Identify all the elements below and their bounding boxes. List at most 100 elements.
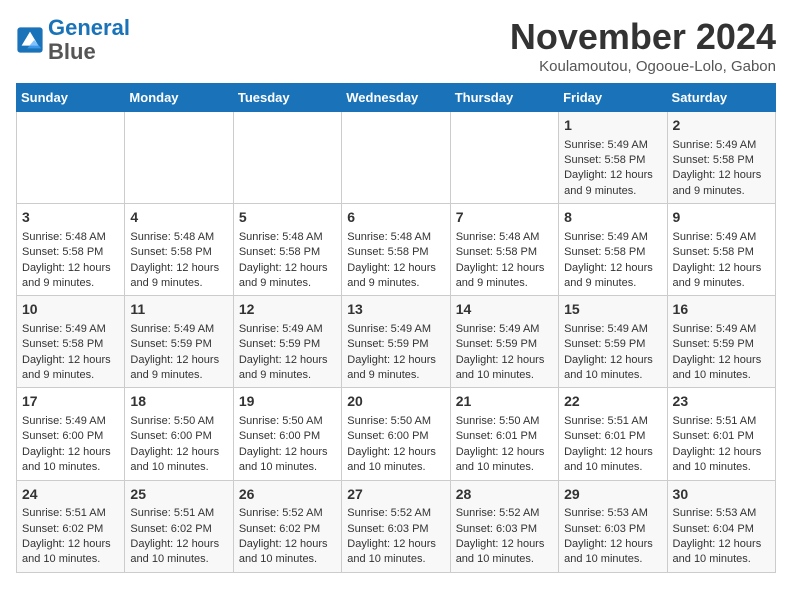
calendar-cell: 9Sunrise: 5:49 AMSunset: 5:58 PMDaylight… xyxy=(667,204,775,296)
day-info: Daylight: 12 hours xyxy=(239,354,328,366)
day-info: Sunset: 5:59 PM xyxy=(347,338,428,350)
day-number: 4 xyxy=(130,208,227,228)
day-info: Sunrise: 5:49 AM xyxy=(673,231,757,243)
calendar-cell: 3Sunrise: 5:48 AMSunset: 5:58 PMDaylight… xyxy=(17,204,125,296)
day-number: 30 xyxy=(673,485,770,505)
day-info: and 9 minutes. xyxy=(564,277,636,289)
day-number: 20 xyxy=(347,392,444,412)
day-number: 23 xyxy=(673,392,770,412)
day-info: Sunrise: 5:52 AM xyxy=(456,507,540,519)
day-info: Daylight: 12 hours xyxy=(456,538,545,550)
day-info: Daylight: 12 hours xyxy=(130,354,219,366)
week-row-2: 3Sunrise: 5:48 AMSunset: 5:58 PMDaylight… xyxy=(17,204,776,296)
day-info: Sunrise: 5:49 AM xyxy=(347,323,431,335)
day-info: and 9 minutes. xyxy=(130,369,202,381)
day-info: Daylight: 12 hours xyxy=(673,538,762,550)
day-info: and 10 minutes. xyxy=(22,461,100,473)
day-info: Sunset: 6:04 PM xyxy=(673,523,754,535)
day-info: and 9 minutes. xyxy=(456,277,528,289)
day-info: Sunrise: 5:50 AM xyxy=(130,415,214,427)
calendar-cell xyxy=(233,112,341,204)
day-number: 18 xyxy=(130,392,227,412)
day-info: Sunset: 5:58 PM xyxy=(564,246,645,258)
day-info: Sunset: 5:58 PM xyxy=(130,246,211,258)
day-info: and 10 minutes. xyxy=(564,461,642,473)
calendar-body: 1 Sunrise: 5:49 AM Sunset: 5:58 PM Daylight… xyxy=(17,112,776,573)
day-info: Daylight: 12 hours xyxy=(22,354,111,366)
day-info: Sunset: 6:00 PM xyxy=(239,430,320,442)
calendar-cell: 24Sunrise: 5:51 AMSunset: 6:02 PMDayligh… xyxy=(17,480,125,572)
calendar-cell xyxy=(450,112,558,204)
day-info: Daylight: 12 hours xyxy=(347,538,436,550)
day-info: and 10 minutes. xyxy=(673,369,751,381)
day-info: Sunrise: 5:49 AM xyxy=(564,231,648,243)
day-info: Sunrise: 5:48 AM xyxy=(130,231,214,243)
day-info: Sunrise: 5:51 AM xyxy=(564,415,648,427)
logo-text: General Blue xyxy=(48,16,130,64)
location-title: Koulamoutou, Ogooue-Lolo, Gabon xyxy=(510,58,776,75)
day-info: Sunrise: 5:50 AM xyxy=(456,415,540,427)
day-info: Sunset: 5:58 PM xyxy=(22,338,103,350)
day-info: Daylight: 12 hours xyxy=(564,538,653,550)
logo-line1: General xyxy=(48,15,130,40)
day-number: 26 xyxy=(239,485,336,505)
day-info: Sunrise: 5:49 AM xyxy=(22,323,106,335)
day-number: 5 xyxy=(239,208,336,228)
day-number: 13 xyxy=(347,300,444,320)
week-row-4: 17Sunrise: 5:49 AMSunset: 6:00 PMDayligh… xyxy=(17,388,776,480)
calendar-cell: 6Sunrise: 5:48 AMSunset: 5:58 PMDaylight… xyxy=(342,204,450,296)
day-info: Sunrise: 5:49 AM xyxy=(22,415,106,427)
day-number: 1 xyxy=(564,116,661,136)
day-info: Daylight: 12 hours xyxy=(456,262,545,274)
day-info: Daylight: 12 hours xyxy=(673,262,762,274)
day-info: Daylight: 12 hours xyxy=(673,354,762,366)
day-number: 6 xyxy=(347,208,444,228)
header-cell-wednesday: Wednesday xyxy=(342,84,450,112)
day-info: Sunset: 6:03 PM xyxy=(564,523,645,535)
day-info: Daylight: 12 hours xyxy=(456,446,545,458)
calendar-cell: 15Sunrise: 5:49 AMSunset: 5:59 PMDayligh… xyxy=(559,296,667,388)
header-cell-sunday: Sunday xyxy=(17,84,125,112)
day-info: and 9 minutes. xyxy=(347,277,419,289)
day-info: Daylight: 12 hours xyxy=(347,262,436,274)
day-info: and 10 minutes. xyxy=(456,369,534,381)
day-info: Sunset: 6:00 PM xyxy=(130,430,211,442)
day-info: Sunset: 5:58 PM xyxy=(22,246,103,258)
day-info: Sunset: 5:58 PM xyxy=(673,246,754,258)
day-info: Sunrise: 5:51 AM xyxy=(130,507,214,519)
day-info: and 10 minutes. xyxy=(347,553,425,565)
day-info: and 10 minutes. xyxy=(673,553,751,565)
logo-line2: Blue xyxy=(48,39,96,64)
day-info: and 9 minutes. xyxy=(673,277,745,289)
calendar-cell: 22Sunrise: 5:51 AMSunset: 6:01 PMDayligh… xyxy=(559,388,667,480)
day-info: Daylight: 12 hours xyxy=(239,262,328,274)
day-info: Sunset: 5:58 PM xyxy=(673,154,754,166)
day-info: Sunrise: 5:52 AM xyxy=(239,507,323,519)
day-info: Daylight: 12 hours xyxy=(130,538,219,550)
day-info: Sunset: 5:59 PM xyxy=(130,338,211,350)
day-info: Daylight: 12 hours xyxy=(456,354,545,366)
day-info: Sunrise: 5:52 AM xyxy=(347,507,431,519)
calendar-cell: 27Sunrise: 5:52 AMSunset: 6:03 PMDayligh… xyxy=(342,480,450,572)
header-cell-monday: Monday xyxy=(125,84,233,112)
calendar-cell: 7Sunrise: 5:48 AMSunset: 5:58 PMDaylight… xyxy=(450,204,558,296)
day-number: 22 xyxy=(564,392,661,412)
day-info: Sunrise: 5:49 AM xyxy=(239,323,323,335)
day-info: and 9 minutes. xyxy=(22,369,94,381)
header-cell-friday: Friday xyxy=(559,84,667,112)
day-info: Sunset: 6:02 PM xyxy=(22,523,103,535)
day-number: 2 xyxy=(673,116,770,136)
day-number: 10 xyxy=(22,300,119,320)
calendar-cell: 21Sunrise: 5:50 AMSunset: 6:01 PMDayligh… xyxy=(450,388,558,480)
day-info: and 10 minutes. xyxy=(239,553,317,565)
day-info: Daylight: 12 hours xyxy=(239,446,328,458)
month-title: November 2024 xyxy=(510,16,776,58)
day-info: Sunrise: 5:48 AM xyxy=(239,231,323,243)
calendar-cell: 29Sunrise: 5:53 AMSunset: 6:03 PMDayligh… xyxy=(559,480,667,572)
day-number: 24 xyxy=(22,485,119,505)
header-cell-saturday: Saturday xyxy=(667,84,775,112)
day-info: and 10 minutes. xyxy=(130,553,208,565)
day-number: 29 xyxy=(564,485,661,505)
calendar-cell: 13Sunrise: 5:49 AMSunset: 5:59 PMDayligh… xyxy=(342,296,450,388)
page-header: General Blue November 2024 Koulamoutou, … xyxy=(16,16,776,75)
